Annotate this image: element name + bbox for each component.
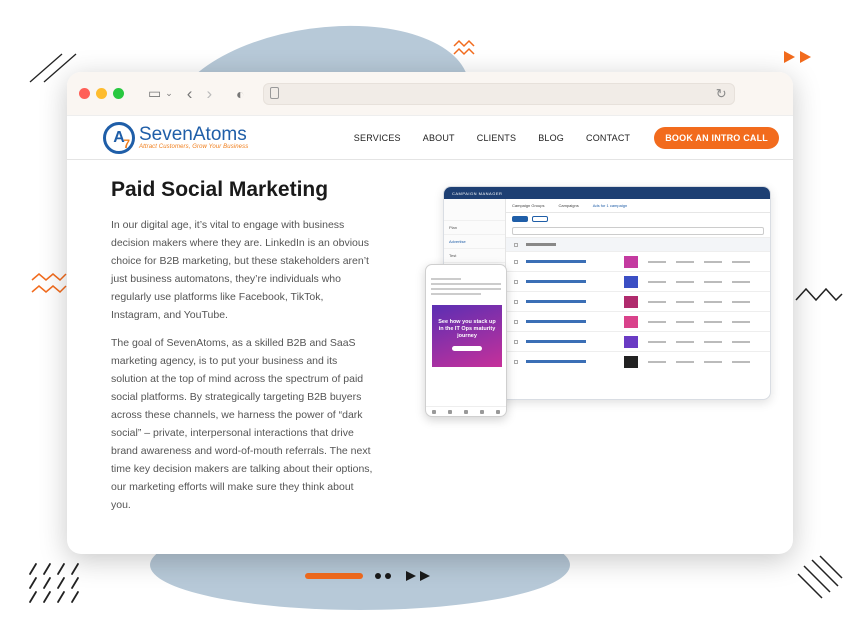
campaign-manager-main: Campaign Groups Campaigns Ads for 1 camp… [506,199,770,399]
table-row [506,311,770,331]
ad-cta-button [452,346,482,351]
brand-tagline: Attract Customers, Grow Your Business [139,144,249,150]
article-paragraph: In our digital age, it’s vital to engage… [111,219,369,321]
nav-item-services[interactable]: SERVICES [354,133,401,143]
carousel-indicator [305,570,435,582]
post-text-line [431,293,481,295]
black-zigzag-decoration [795,287,843,302]
carousel-dot [375,573,381,579]
logo[interactable]: SevenAtoms Attract Customers, Grow Your … [139,125,248,150]
page-icon [269,86,279,99]
post-text-line [431,288,501,290]
logo-icon[interactable]: A7 [103,121,135,154]
brand-name: SevenAtoms [139,124,247,145]
table-row [506,351,770,371]
campaign-search-box [512,227,764,235]
carousel-dot [385,573,391,579]
sidebar-item-test: Test [444,249,505,263]
tab-campaign-groups: Campaign Groups [512,203,545,208]
browser-window: ▭ ⌄ ‹ › ◐ ↻ A7 SevenAtoms Attract Custom… [67,72,793,554]
nav-item-blog[interactable]: BLOG [538,133,564,143]
back-arrow-icon[interactable]: ‹ [187,84,193,104]
browser-toolbar: ▭ ⌄ ‹ › ◐ ↻ [67,72,793,116]
maximize-window-button[interactable] [113,88,124,99]
dashes-decoration [29,563,79,603]
nav-item-contact[interactable]: CONTACT [586,133,630,143]
minimize-window-button[interactable] [96,88,107,99]
ad-headline: See how you stack up in the IT Ops matur… [438,319,496,339]
page-title: Paid Social Marketing [111,178,329,201]
forward-arrow-icon[interactable]: › [206,84,212,104]
article-content: Paid Social Marketing In our digital age… [111,178,373,524]
table-row [506,271,770,291]
table-row [506,251,770,271]
nav-item-about[interactable]: ABOUT [423,133,455,143]
address-bar[interactable]: ↻ [262,82,735,105]
campaign-manager-header: CAMPAIGN MANAGER [444,187,770,199]
reload-icon[interactable]: ↻ [716,86,727,102]
post-author-line [431,278,461,280]
diagonal-stripes-decoration [797,555,843,599]
sidebar-item-plan: Plan [444,221,505,235]
create-button [512,216,528,222]
chevron-down-icon[interactable]: ⌄ [165,88,173,99]
mobile-ad-screenshot: See how you stack up in the IT Ops matur… [425,264,507,417]
table-row [506,291,770,311]
campaign-manager-tabs: Campaign Groups Campaigns Ads for 1 camp… [506,199,770,213]
carousel-active-bar [305,573,363,579]
sponsored-ad-image: See how you stack up in the IT Ops matur… [432,305,502,367]
nav-item-clients[interactable]: CLIENTS [477,133,516,143]
tab-ads: Ads for 1 campaign [592,203,628,208]
play-arrows-decoration [784,51,811,63]
table-header [506,237,770,251]
main-nav: SERVICES ABOUT CLIENTS BLOG CONTACT BOOK… [332,126,779,149]
orange-zigzag-decoration [453,39,475,56]
close-window-button[interactable] [79,88,90,99]
campaign-manager-title: CAMPAIGN MANAGER [452,190,503,196]
carousel-next-arrows-icon [406,571,430,581]
post-text-line [431,283,501,285]
book-intro-call-button[interactable]: BOOK AN INTRO CALL [654,126,779,149]
bulk-actions-button [532,216,548,222]
article-paragraph: The goal of SevenAtoms, as a skilled B2B… [111,337,373,511]
sidebar-item-advertise: Advertise [444,235,505,249]
orange-zigzag-left-decoration [31,273,67,294]
tab-campaigns: Campaigns [558,203,579,208]
privacy-shield-icon[interactable]: ◐ [236,86,244,102]
account-block [444,199,505,221]
campaign-manager-toolbar [506,213,770,225]
mobile-bottom-nav [426,406,506,416]
table-row [506,331,770,351]
site-header: A7 SevenAtoms Attract Customers, Grow Yo… [67,116,793,160]
sidebar-toggle-icon[interactable]: ▭ [148,85,161,102]
